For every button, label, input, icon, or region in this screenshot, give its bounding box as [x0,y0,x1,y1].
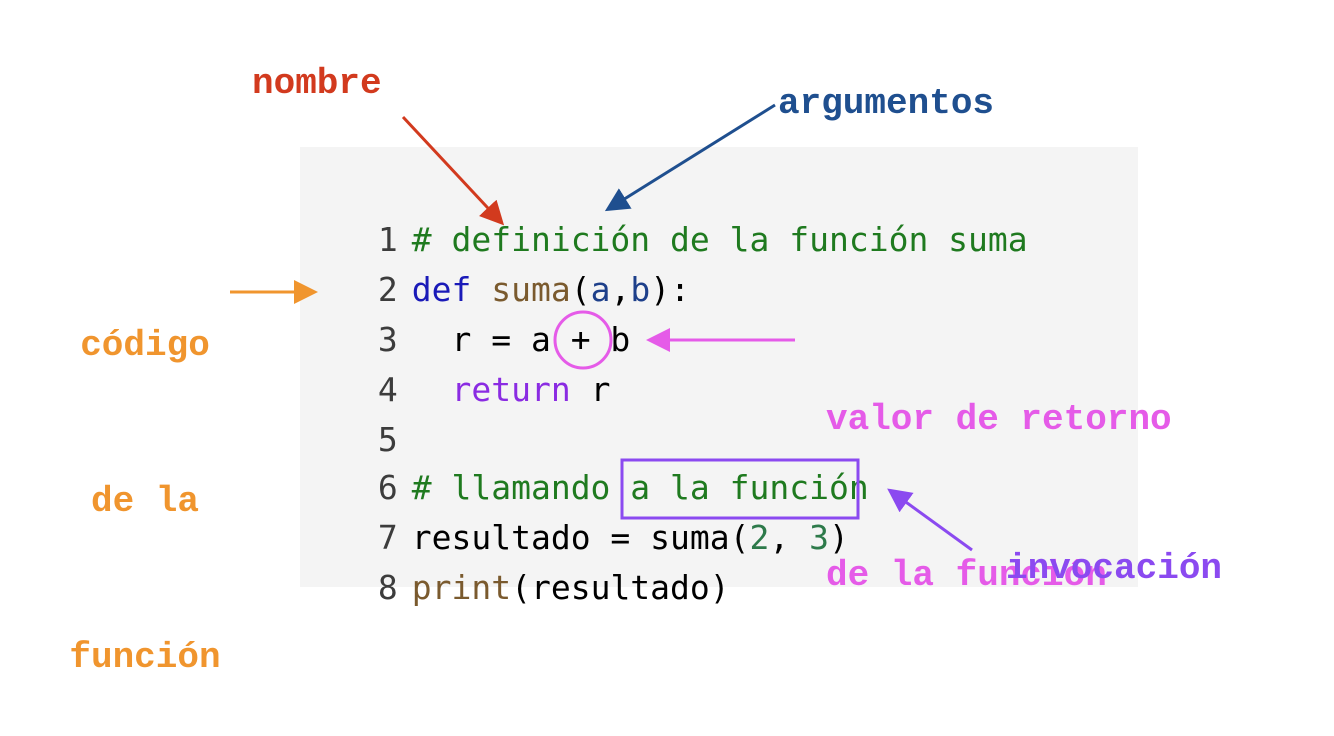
arrow-invocacion [887,488,973,552]
arrow-nombre [401,115,505,226]
annotation-overlay [230,103,973,552]
return-value-highlight [553,310,613,370]
invocation-highlight-box [620,458,860,520]
arrow-argumentos [604,103,776,212]
